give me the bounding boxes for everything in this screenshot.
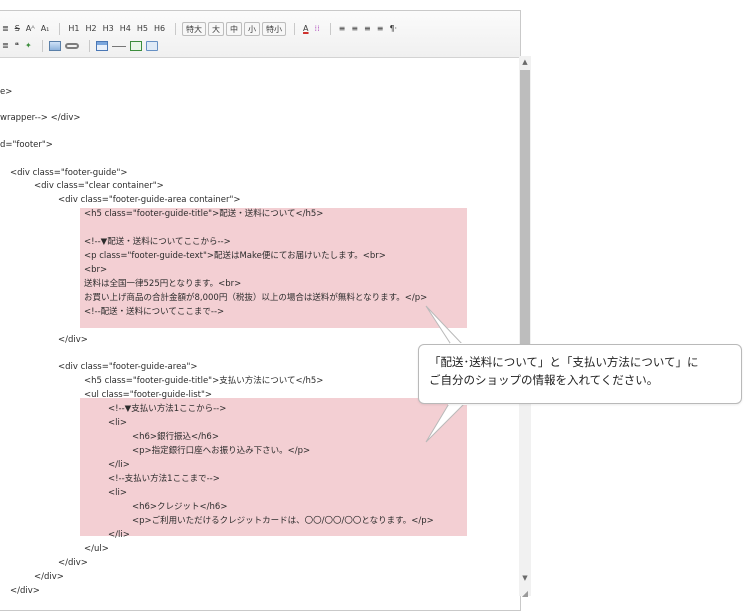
code-line: お買い上げ商品の合計金額が8,000円（税抜）以上の場合は送料が無料となります。… bbox=[84, 293, 428, 303]
code-line: <h5 class="footer-guide-title">配送・送料について… bbox=[84, 209, 324, 219]
toolbar-separator bbox=[59, 23, 61, 35]
toolbar-separator bbox=[41, 40, 43, 52]
resize-handle-icon[interactable]: ◢ bbox=[519, 588, 531, 600]
code-line: <!--▼配送・送料についてここから--> bbox=[84, 237, 231, 247]
list-button[interactable]: ≣ bbox=[0, 39, 11, 53]
toolbar-row-2: ≣ ❝ ✦ bbox=[0, 37, 162, 55]
paragraph-button[interactable]: ¶· bbox=[387, 22, 399, 36]
superscript-button[interactable]: Aᴬ bbox=[24, 22, 37, 36]
code-line: </div> bbox=[34, 572, 64, 582]
code-line: <!--支払い方法1ここまで--> bbox=[108, 474, 220, 484]
callout-line-2: ご自分のショップの情報を入れてください。 bbox=[429, 373, 659, 387]
callout-pointer-bottom bbox=[425, 401, 468, 443]
size-medium-button[interactable]: 中 bbox=[226, 22, 243, 36]
strikethrough-button[interactable]: S bbox=[13, 22, 22, 36]
background-color-button[interactable]: ⁞⁞ bbox=[313, 22, 322, 36]
text-color-button[interactable]: A bbox=[301, 22, 310, 36]
code-line: <p>ご利用いただけるクレジットカードは、〇〇/〇〇/〇〇となります。</p> bbox=[132, 516, 434, 526]
h1-button[interactable]: H1 bbox=[66, 22, 81, 36]
fit-width-icon[interactable] bbox=[129, 41, 142, 51]
horizontal-rule-icon[interactable] bbox=[111, 45, 126, 47]
toolbar-separator bbox=[175, 23, 177, 35]
code-line: 送料は全国一律525円となります。<br> bbox=[84, 279, 242, 289]
code-line: e> bbox=[0, 87, 13, 97]
template-icon[interactable] bbox=[145, 41, 158, 51]
instruction-callout: 「配送･送料について」と「支払い方法について」に ご自分のショップの情報を入れて… bbox=[418, 344, 742, 404]
toolbar-row-1: ≣ S Aᴬ A₁ H1 H2 H3 H4 H5 H6 特大 大 中 小 特小 … bbox=[0, 20, 401, 38]
align-justify-button[interactable]: ≡ bbox=[375, 22, 386, 36]
code-line: </ul> bbox=[84, 544, 109, 554]
h6-button[interactable]: H6 bbox=[152, 22, 167, 36]
code-line: <li> bbox=[108, 418, 127, 428]
code-line: <div class="footer-guide-area"> bbox=[58, 362, 198, 372]
code-line: <div class="footer-guide"> bbox=[10, 168, 128, 178]
special-char-button[interactable]: ✦ bbox=[23, 39, 34, 53]
code-line: </div> bbox=[58, 558, 88, 568]
link-icon[interactable] bbox=[64, 43, 79, 49]
table-icon[interactable] bbox=[95, 41, 108, 51]
size-large-button[interactable]: 大 bbox=[208, 22, 225, 36]
code-line: </li> bbox=[108, 460, 130, 470]
subscript-button[interactable]: A₁ bbox=[39, 22, 52, 36]
vertical-scrollbar[interactable]: ▲ ▼ bbox=[519, 56, 531, 596]
code-line: <!--配送・送料についてここまで--> bbox=[84, 307, 225, 317]
code-line: <!--▼支払い方法1ここから--> bbox=[108, 404, 227, 414]
h2-button[interactable]: H2 bbox=[84, 22, 99, 36]
code-line: </div> bbox=[58, 335, 88, 345]
code-line: <br> bbox=[84, 265, 108, 275]
code-line: <p>指定銀行口座へお振り込み下さい。</p> bbox=[132, 446, 311, 456]
code-line: d="footer"> bbox=[0, 140, 53, 150]
align-left-button[interactable]: ≡ bbox=[337, 22, 348, 36]
code-line: </li> bbox=[108, 530, 130, 540]
code-line: <h5 class="footer-guide-title">支払い方法について… bbox=[84, 376, 324, 386]
code-line: <ul class="footer-guide-list"> bbox=[84, 390, 213, 400]
code-line: </div> bbox=[10, 586, 40, 596]
h5-button[interactable]: H5 bbox=[135, 22, 150, 36]
code-line: <h6>銀行振込</h6> bbox=[132, 432, 219, 442]
toolbar-separator bbox=[88, 40, 90, 52]
h4-button[interactable]: H4 bbox=[118, 22, 133, 36]
code-line: <p class="footer-guide-text">配送はMake便にてお… bbox=[84, 251, 386, 261]
toolbar-separator bbox=[329, 23, 331, 35]
code-line: wrapper--> </div> bbox=[0, 113, 81, 123]
align-center-button[interactable]: ≡ bbox=[349, 22, 360, 36]
blockquote-button[interactable]: ❝ bbox=[13, 39, 21, 53]
size-xsmall-button[interactable]: 特小 bbox=[262, 22, 287, 36]
toolbar-separator bbox=[294, 23, 296, 35]
editor-toolbar: ≣ S Aᴬ A₁ H1 H2 H3 H4 H5 H6 特大 大 中 小 特小 … bbox=[0, 11, 520, 58]
h3-button[interactable]: H3 bbox=[101, 22, 116, 36]
scroll-thumb[interactable] bbox=[520, 70, 530, 370]
callout-line-1: 「配送･送料について」と「支払い方法について」に bbox=[429, 355, 699, 369]
format-button[interactable]: ≣ bbox=[0, 22, 11, 36]
scroll-down-arrow-icon[interactable]: ▼ bbox=[519, 572, 531, 584]
scroll-up-arrow-icon[interactable]: ▲ bbox=[519, 56, 531, 68]
size-xlarge-button[interactable]: 特大 bbox=[182, 22, 207, 36]
code-line: <div class="clear container"> bbox=[34, 181, 164, 191]
image-icon[interactable] bbox=[48, 41, 61, 51]
code-line: <h6>クレジット</h6> bbox=[132, 502, 228, 512]
code-line: <div class="footer-guide-area container"… bbox=[58, 195, 241, 205]
code-line: <li> bbox=[108, 488, 127, 498]
align-right-button[interactable]: ≡ bbox=[362, 22, 373, 36]
size-small-button[interactable]: 小 bbox=[244, 22, 261, 36]
